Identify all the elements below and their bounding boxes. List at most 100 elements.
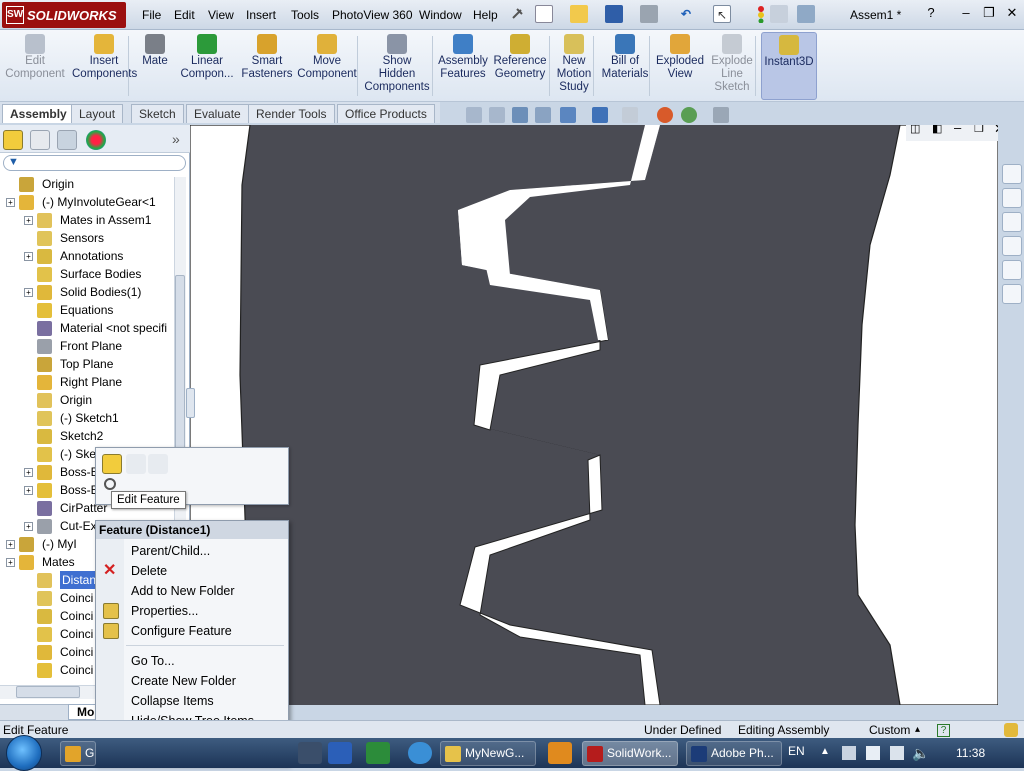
cmd-bom-button[interactable]: Bill of Materials <box>600 32 650 100</box>
display-style-icon[interactable] <box>592 107 608 123</box>
expand-toggle-icon[interactable]: + <box>6 198 15 207</box>
menu-item-collapse-items[interactable]: Collapse Items <box>96 691 288 711</box>
tree-item[interactable]: Origin <box>0 175 174 193</box>
units-caret-icon[interactable]: ▴ <box>915 721 920 739</box>
tab-render-tools[interactable]: Render Tools <box>248 104 335 123</box>
edit-feature-icon[interactable] <box>102 454 122 474</box>
options-icon[interactable] <box>797 5 815 23</box>
custom-properties-icon[interactable] <box>1002 284 1022 304</box>
solidworks-resources-icon[interactable] <box>1002 164 1022 184</box>
cmd-exploded-view-button[interactable]: Exploded View <box>654 32 706 100</box>
tree-item[interactable]: Origin <box>0 391 174 409</box>
rollback-icon[interactable] <box>126 454 146 474</box>
menu-item-go-to[interactable]: Go To... <box>96 651 288 671</box>
rebuild-status-icon[interactable] <box>1004 723 1018 737</box>
feature-manager-tab-icon[interactable] <box>3 130 23 150</box>
tree-item[interactable]: Material <not specifi <box>0 319 174 337</box>
solidworks-logo[interactable]: SW SOLIDWORKS <box>2 2 126 28</box>
expand-toggle-icon[interactable]: + <box>6 558 15 567</box>
tab-layout[interactable]: Layout <box>71 104 124 123</box>
clock[interactable]: 11:38 <box>956 738 985 768</box>
tile-icon[interactable]: ◫ <box>910 125 920 135</box>
menu-item-configure-feature[interactable]: Configure Feature <box>96 621 288 641</box>
view-orientation-icon[interactable] <box>560 107 576 123</box>
graphics-area[interactable]: ◫ ◧ – ❐ ✕ <box>190 125 998 705</box>
model-tab[interactable]: Mo <box>68 704 98 720</box>
zoom-to-selection-icon[interactable] <box>104 478 116 490</box>
pinned-app-icon[interactable] <box>298 742 322 764</box>
save-icon[interactable] <box>605 5 623 23</box>
network-icon[interactable] <box>890 746 904 760</box>
cmd-instant3d-button[interactable]: Instant3D <box>761 32 817 100</box>
tree-item[interactable]: + (-) MyInvoluteGear<1 <box>0 193 174 211</box>
cmd-mate-button[interactable]: Mate <box>137 32 173 100</box>
suppress-icon[interactable] <box>148 454 168 474</box>
taskbar-button[interactable]: MyNewG... <box>440 741 536 766</box>
tab-office-products[interactable]: Office Products <box>337 104 435 123</box>
pin-icon[interactable] <box>508 5 526 23</box>
expand-toggle-icon[interactable]: + <box>24 216 33 225</box>
cmd-move-component-button[interactable]: Move Component <box>297 32 357 100</box>
view-palette-icon[interactable] <box>1002 236 1022 256</box>
options-icon[interactable] <box>770 5 788 23</box>
help-button[interactable]: ? <box>922 5 940 21</box>
cmd-reference-geometry-button[interactable]: Reference Geometry <box>492 32 548 100</box>
cmd-linear-pattern-button[interactable]: Linear Compon... <box>180 32 234 100</box>
expand-toggle-icon[interactable]: + <box>24 252 33 261</box>
select-icon[interactable]: ↖ <box>713 5 731 23</box>
tree-item[interactable]: Top Plane <box>0 355 174 373</box>
cmd-edit-component-button[interactable]: Edit Component <box>3 32 67 100</box>
tree-item[interactable]: Front Plane <box>0 337 174 355</box>
tab-evaluate[interactable]: Evaluate <box>186 104 249 123</box>
minimize-button[interactable]: – <box>957 5 975 21</box>
tree-hscroll-thumb[interactable] <box>16 686 80 698</box>
tree-item[interactable]: Surface Bodies <box>0 265 174 283</box>
expand-panel-icon[interactable]: » <box>172 131 180 147</box>
menu-item-delete[interactable]: ✕ Delete <box>96 561 288 581</box>
appearances-icon[interactable] <box>1002 260 1022 280</box>
close-button[interactable]: ✕ <box>1003 5 1021 21</box>
units-selector[interactable]: Custom <box>869 721 910 739</box>
tab-sketch[interactable]: Sketch <box>131 104 184 123</box>
menu-photoview[interactable]: PhotoView 360 <box>332 0 413 30</box>
menu-file[interactable]: File <box>142 0 161 30</box>
cmd-motion-study-button[interactable]: New Motion Study <box>553 32 595 100</box>
tree-filter-input[interactable]: ▼ <box>3 155 186 171</box>
zoom-to-area-icon[interactable] <box>489 107 505 123</box>
tree-item[interactable]: (-) Sketch1 <box>0 409 174 427</box>
restore-button[interactable]: ❐ <box>980 5 998 21</box>
new-document-icon[interactable] <box>535 5 553 23</box>
expand-toggle-icon[interactable]: + <box>24 468 33 477</box>
edit-appearance-icon[interactable] <box>657 107 673 123</box>
cmd-assembly-features-button[interactable]: Assembly Features <box>436 32 490 100</box>
menu-help[interactable]: Help <box>473 0 498 30</box>
rebuild-icon[interactable] <box>752 5 770 24</box>
menu-view[interactable]: View <box>208 0 234 30</box>
print-icon[interactable] <box>640 5 658 23</box>
expand-toggle-icon[interactable]: + <box>24 288 33 297</box>
section-view-icon[interactable] <box>535 107 551 123</box>
tray-icon[interactable] <box>842 746 856 760</box>
open-icon[interactable] <box>570 5 588 23</box>
internet-explorer-icon[interactable] <box>408 742 432 764</box>
apply-scene-icon[interactable] <box>681 107 697 123</box>
tree-item[interactable]: Sensors <box>0 229 174 247</box>
expand-toggle-icon[interactable]: + <box>6 540 15 549</box>
viewport-minimize-icon[interactable]: – <box>954 125 961 135</box>
taskbar-button[interactable]: SolidWork... <box>582 741 678 766</box>
language-indicator[interactable]: EN <box>788 744 805 758</box>
volume-icon[interactable]: 🔈 <box>912 745 929 762</box>
gear-model[interactable] <box>190 125 998 705</box>
undo-icon[interactable]: ↶ <box>677 5 695 23</box>
viewport-close-icon[interactable]: ✕ <box>994 125 998 137</box>
tree-item[interactable]: Sketch2 <box>0 427 174 445</box>
menu-item-parent-child[interactable]: Parent/Child... <box>96 541 288 561</box>
display-manager-tab-icon[interactable] <box>86 130 106 150</box>
expand-toggle-icon[interactable]: + <box>24 486 33 495</box>
tree-item[interactable]: Equations <box>0 301 174 319</box>
taskbar-button[interactable]: G <box>60 741 96 766</box>
panel-splitter-handle[interactable] <box>186 388 195 418</box>
menu-tools[interactable]: Tools <box>291 0 319 30</box>
menu-item-create-new-folder[interactable]: Create New Folder <box>96 671 288 691</box>
file-explorer-icon[interactable] <box>1002 212 1022 232</box>
